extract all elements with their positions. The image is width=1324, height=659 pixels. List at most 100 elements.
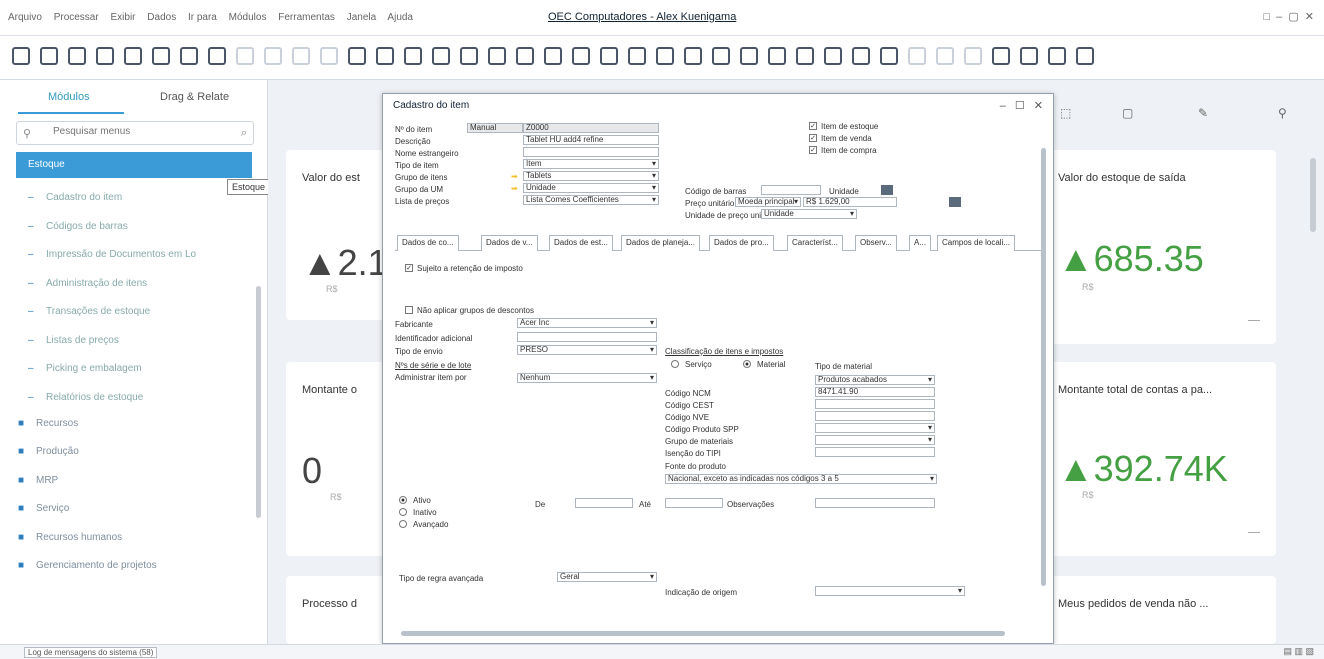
window-icon[interactable]: ▢ [1122,106,1133,120]
toolbar-icon[interactable] [628,47,646,65]
price-list-select[interactable]: Lista Comes Coefficientes [523,195,659,205]
to-field[interactable] [665,498,723,508]
toolbar-icon[interactable] [992,47,1010,65]
tab-remarks[interactable]: Observ... [855,235,897,251]
search-input[interactable] [53,126,233,137]
toolbar-icon[interactable] [684,47,702,65]
manage-by-select[interactable]: Nenhum [517,373,657,383]
spp-select[interactable] [815,423,935,433]
toolbar-icon[interactable] [320,47,338,65]
tab-purchasing[interactable]: Dados de co... [397,235,459,251]
sidebar-scrollbar[interactable] [256,286,261,518]
toolbar-icon[interactable] [544,47,562,65]
link-arrow-icon[interactable]: ➡ [511,184,518,193]
toolbar-icon[interactable] [936,47,954,65]
item-type-select[interactable]: Item [523,159,659,169]
toolbar-icon[interactable] [12,47,30,65]
system-message-log[interactable]: Log de mensagens do sistema (58) [24,647,158,658]
sidebar-item[interactable]: ■ Recursos [18,418,78,429]
sales-item-checkbox[interactable]: ✓ [809,134,817,142]
price-button[interactable] [949,197,961,207]
toolbar-icon[interactable] [264,47,282,65]
toolbar-icon[interactable] [292,47,310,65]
menu-ferramentas[interactable]: Ferramentas [278,12,335,23]
toolbar-icon[interactable] [824,47,842,65]
menu-ajuda[interactable]: Ajuda [387,12,413,23]
menu-dados[interactable]: Dados [147,12,176,23]
barcode-field[interactable] [761,185,821,195]
desc-field[interactable]: Tablet HU add4 refine [523,135,659,145]
toolbar-icon[interactable] [96,47,114,65]
dialog-controls[interactable]: – ☐ ✕ [1000,99,1043,112]
search-button-icon[interactable]: ⌕ [241,127,247,140]
toolbar-icon[interactable] [516,47,534,65]
toolbar-icon[interactable] [796,47,814,65]
toolbar-icon[interactable] [1020,47,1038,65]
origin-indication-select[interactable] [815,586,965,596]
stock-item-checkbox[interactable]: ✓ [809,122,817,130]
sidebar-item[interactable]: – Códigos de barras [28,221,128,232]
sidebar-item[interactable]: ■ Produção [18,446,79,457]
menu-modulos[interactable]: Módulos [229,12,267,23]
tab-drag-relate[interactable]: Drag & Relate [160,91,229,103]
link-arrow-icon[interactable]: ➡ [511,172,518,181]
copy-icon[interactable]: ⬚ [1060,106,1071,120]
ncm-field[interactable]: 8471.41.90 [815,387,935,397]
card-accounts-payable[interactable]: Montante total de contas a pa... ▲392.74… [1050,362,1276,556]
toolbar-icon[interactable] [768,47,786,65]
advanced-rule-select[interactable]: Geral [557,572,657,582]
toolbar-icon[interactable] [1076,47,1094,65]
sidebar-item[interactable]: – Relatórios de estoque [28,392,143,403]
tipi-field[interactable] [815,447,935,457]
unit-price-field[interactable]: R$ 1.629,00 [803,197,897,207]
from-field[interactable] [575,498,633,508]
inactive-radio[interactable] [399,508,407,516]
toolbar-icon[interactable] [208,47,226,65]
toolbar-icon[interactable] [152,47,170,65]
sidebar-item[interactable]: – Impressão de Documentos em Lo [28,249,196,260]
edit-icon[interactable]: ✎ [1198,106,1208,120]
window-controls[interactable]: □ – ▢ ✕ [1263,10,1314,23]
item-group-select[interactable]: Tablets [523,171,659,181]
sidebar-item[interactable]: ■ Serviço [18,503,69,514]
toolbar-icon[interactable] [348,47,366,65]
toolbar-icon[interactable] [656,47,674,65]
menu-search[interactable]: ⚲ ⌕ [16,121,254,145]
dialog-scrollbar[interactable] [1041,148,1046,586]
toolbar-icon[interactable] [600,47,618,65]
nve-field[interactable] [815,411,935,421]
withholding-checkbox[interactable]: ✓ [405,264,413,272]
purchase-item-checkbox[interactable]: ✓ [809,146,817,154]
tab-properties[interactable]: Característ... [787,235,843,251]
tab-modules[interactable]: Módulos [48,91,90,103]
toolbar-icon[interactable] [852,47,870,65]
toolbar-icon[interactable] [180,47,198,65]
tab-planning[interactable]: Dados de planeja... [621,235,700,251]
menu-arquivo[interactable]: Arquivo [8,12,42,23]
foreign-name-field[interactable] [523,147,659,157]
tab-sales[interactable]: Dados de v... [481,235,538,251]
origin-select[interactable]: Nacional, exceto as indicadas nos código… [665,474,937,484]
toolbar-icon[interactable] [40,47,58,65]
tab-localization[interactable]: Campos de locali... [937,235,1016,251]
sidebar-item[interactable]: – Administração de itens [28,278,147,289]
tab-production[interactable]: Dados de pro... [709,235,774,251]
toolbar-icon[interactable] [964,47,982,65]
toolbar-icon[interactable] [376,47,394,65]
dashboard-scrollbar[interactable] [1310,158,1316,232]
material-radio[interactable]: ● [743,360,751,368]
um-group-select[interactable]: Unidade [523,183,659,193]
additional-id-field[interactable] [517,332,657,342]
toolbar-icon[interactable] [124,47,142,65]
no-discount-checkbox[interactable] [405,306,413,314]
item-no-mode[interactable]: Manual [467,123,523,133]
toolbar-icon[interactable] [404,47,422,65]
sidebar-item[interactable]: ■ Gerenciamento de projetos [18,560,157,571]
search-icon[interactable]: ⚲ [1278,106,1287,120]
sidebar-item[interactable]: ■ Recursos humanos [18,532,122,543]
currency-select[interactable]: Moeda principal [735,197,801,207]
barcode-button[interactable] [881,185,893,195]
toolbar-icon[interactable] [880,47,898,65]
tab-stock[interactable]: Dados de est... [549,235,613,251]
toolbar-icon[interactable] [488,47,506,65]
